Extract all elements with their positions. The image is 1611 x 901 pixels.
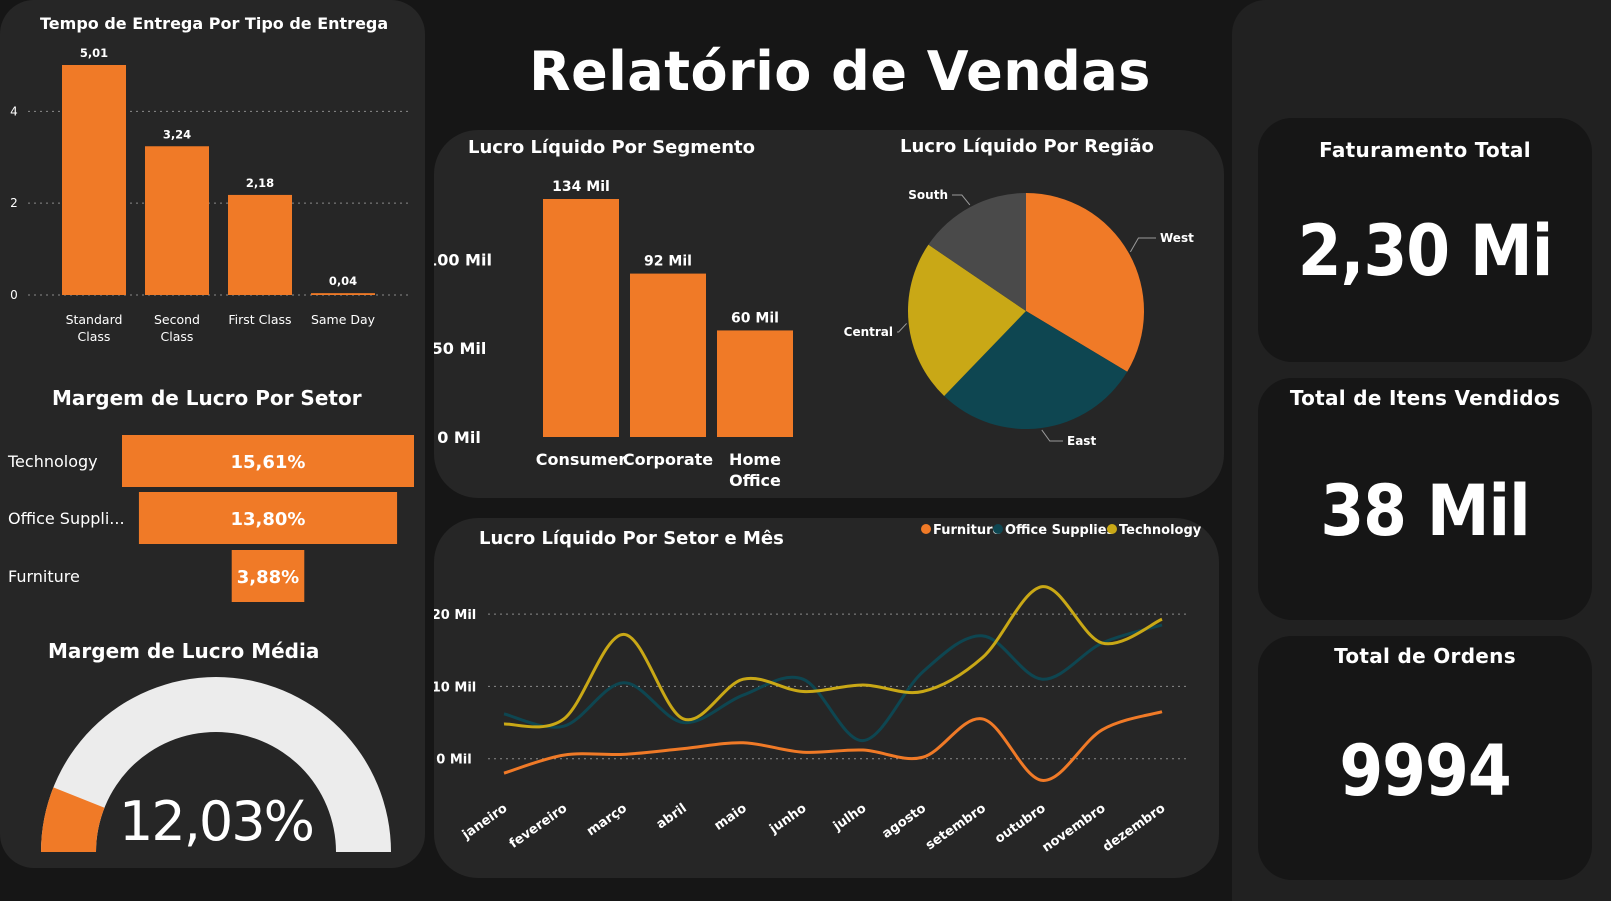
legend-label: Office Supplies [1005,523,1115,538]
bar [62,65,126,295]
slice-label: South [908,188,948,202]
leader-line [897,323,908,333]
slice-label: Central [844,325,893,339]
x-tick-label: junho [766,801,809,838]
revenue-value: 2,30 Mi [1297,210,1554,292]
y-tick-label: 0 [10,288,18,302]
bar [543,199,619,437]
delivery-chart: 0 2 4 5,01 Standard Class 3,24 Second Class 2,18 F… [10,46,408,344]
margin-sector-title: Margem de Lucro Por Setor [52,386,362,410]
x-tick-label: maio [712,801,750,834]
items-card: Total de Itens Vendidos 38 Mil [1258,378,1592,620]
x-tick-label: fevereiro [507,801,570,852]
revenue-label: Faturamento Total [1319,138,1531,162]
legend-marker [1107,524,1117,534]
y-tick-label: 100 Mil [434,250,492,269]
bar [717,330,793,437]
delivery-title: Tempo de Entrega Por Tipo de Entrega [40,14,389,33]
bar [228,194,292,295]
gauge-value: 12,03% [119,790,313,853]
y-tick-label: 4 [10,104,18,118]
y-tick-label: 0 Mil [437,428,481,447]
data-label: 5,01 [80,46,108,60]
x-tick-label: março [584,801,630,839]
category-label: Office Suppli... [8,509,125,528]
legend-marker [993,524,1003,534]
x-tick-label: Second [154,312,200,327]
gauge-title: Margem de Lucro Média [48,639,320,663]
data-label: 15,61% [231,452,306,473]
x-tick-label: Office [729,471,781,490]
series-line [503,710,1163,782]
x-tick-label: Standard [66,312,123,327]
orders-value: 9994 [1339,730,1511,812]
monthly-chart: 0 Mil 10 Mil 20 Mil janeirofevereiro março ab… [434,523,1202,856]
x-tick-label: Consumer [536,450,627,469]
data-label: 134 Mil [552,179,610,195]
data-label: 13,80% [231,509,306,530]
legend-marker [921,524,931,534]
data-label: 92 Mil [644,254,692,270]
category-label: Furniture [8,567,80,586]
leader-line [952,194,971,206]
x-tick-label: agosto [880,801,930,842]
series-line [503,623,1163,743]
data-label: 60 Mil [731,310,779,326]
region-chart: West East Central South [844,188,1194,448]
orders-label: Total de Ordens [1334,644,1516,668]
x-tick-label: abril [654,801,690,832]
leader-line [1041,429,1063,442]
y-tick-label: 20 Mil [434,608,476,623]
data-label: 3,24 [163,127,191,141]
data-label: 2,18 [246,176,274,190]
segment-chart: 0 Mil 50 Mil 100 Mil 134 Mil Consumer 92 Mil C… [434,179,793,490]
bar [311,293,375,295]
slice-label: East [1067,434,1096,448]
x-tick-label: julho [830,801,869,835]
x-tick-label: Home [729,450,781,469]
bar [630,273,706,437]
data-label: 3,88% [237,567,299,588]
region-title: Lucro Líquido Por Região [900,136,1154,157]
x-tick-label: novembro [1040,801,1109,856]
x-tick-label: outubro [992,801,1048,847]
y-tick-label: 10 Mil [434,680,476,695]
category-label: Technology [7,452,98,471]
x-tick-label: First Class [228,312,291,327]
legend-label: Furniture [933,523,1001,538]
y-tick-label: 0 Mil [436,753,471,768]
bar [145,146,209,295]
data-label: 0,04 [329,274,357,288]
x-tick-label: Same Day [311,312,376,327]
x-tick-label: Corporate [623,450,713,469]
items-value: 38 Mil [1320,470,1530,552]
x-tick-label: janeiro [459,801,510,843]
series-line [503,585,1163,729]
legend-label: Technology [1119,523,1202,538]
items-label: Total de Itens Vendidos [1289,386,1561,410]
y-tick-label: 50 Mil [434,339,486,358]
x-tick-label: dezembro [1100,801,1168,855]
page-title: Relatório de Vendas [529,40,1151,103]
x-tick-label: Class [161,329,194,344]
y-tick-label: 2 [10,196,18,210]
revenue-card: Faturamento Total 2,30 Mi [1258,118,1592,362]
leader-line [1129,237,1156,253]
x-tick-label: setembro [923,801,989,853]
slice-label: West [1160,231,1194,245]
orders-card: Total de Ordens 9994 [1258,636,1592,880]
gauge-chart: 12,03% [41,677,391,853]
segment-title: Lucro Líquido Por Segmento [468,137,755,158]
x-tick-label: Class [78,329,111,344]
margin-sector-chart: 15,61% Technology 13,80% Office Suppli... 3,… [7,435,414,602]
